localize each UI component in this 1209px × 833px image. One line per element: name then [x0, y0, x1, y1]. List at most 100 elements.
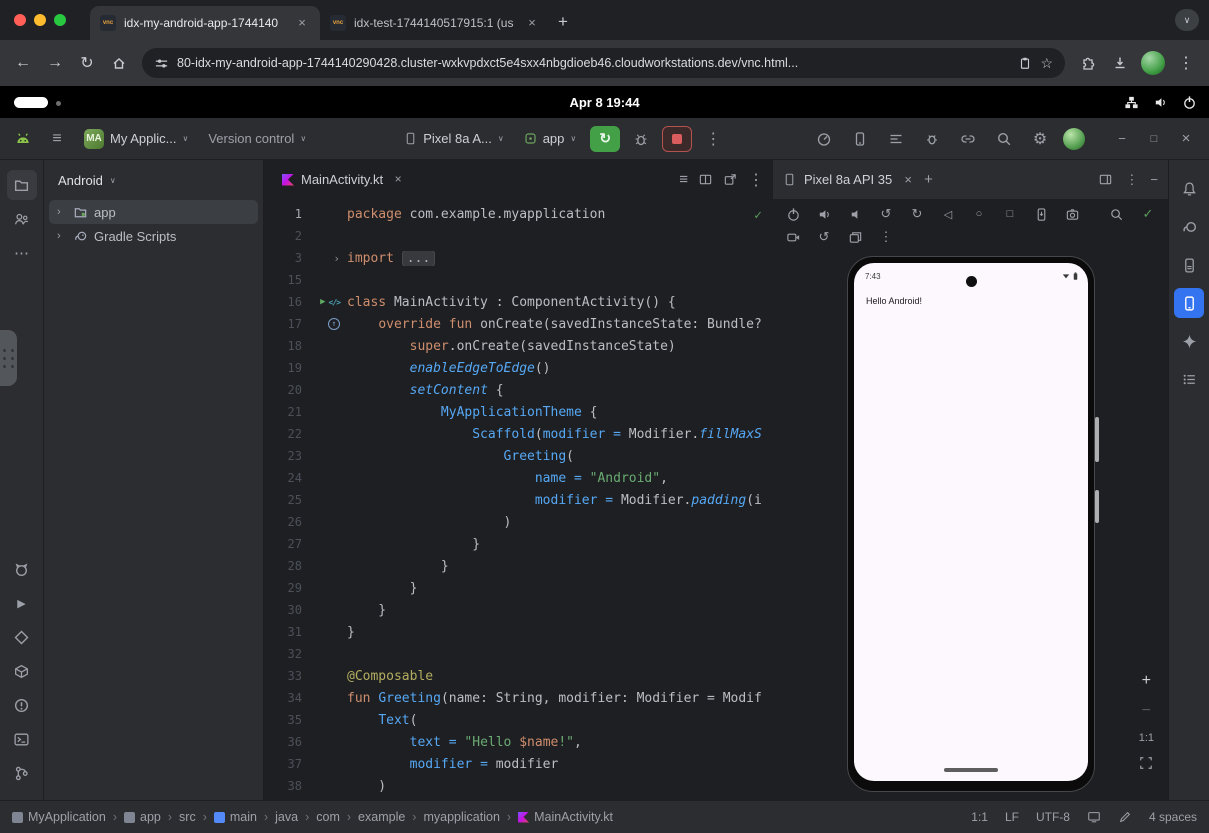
close-tab-icon[interactable]: × — [390, 172, 406, 188]
code-line[interactable]: 37 modifier = modifier — [264, 753, 772, 775]
breadcrumb-item[interactable]: java — [275, 810, 298, 824]
fold-arrow-icon[interactable]: › — [333, 252, 340, 265]
browser-tab-1[interactable]: vnc idx-my-android-app-1744140 × — [90, 6, 320, 40]
project-tool-icon[interactable] — [7, 170, 37, 200]
editor-more-icon[interactable]: ⋮ — [748, 170, 764, 190]
code-line[interactable]: 38 ) — [264, 775, 772, 797]
debug-button[interactable] — [628, 126, 654, 152]
project-view-selector[interactable]: Android ∨ — [44, 160, 263, 200]
url-text[interactable]: 80-idx-my-android-app-1744140290428.clus… — [177, 56, 1010, 70]
site-settings-icon[interactable] — [154, 56, 169, 71]
snapshots-icon[interactable] — [845, 228, 865, 246]
rerun-button[interactable]: ↻ — [590, 126, 620, 152]
volume-down-icon[interactable] — [845, 205, 865, 223]
breadcrumb-item[interactable]: example — [358, 810, 405, 824]
device-power-icon[interactable] — [783, 205, 803, 223]
extensions-icon[interactable] — [1073, 48, 1103, 78]
breadcrumb-item[interactable]: src — [179, 810, 196, 824]
phone-screen[interactable]: 7:43 Hello Android! — [854, 263, 1088, 781]
version-control-icon[interactable] — [7, 758, 37, 788]
close-device-tab-icon[interactable]: × — [900, 172, 916, 188]
project-widget[interactable]: MA My Applic... ∨ — [78, 125, 194, 153]
build-variants-icon[interactable] — [1174, 364, 1204, 394]
emulator-phone[interactable]: 7:43 Hello Android! — [847, 256, 1095, 792]
main-menu-icon[interactable]: ≡ — [44, 126, 70, 152]
gesture-nav-handle[interactable] — [944, 768, 998, 772]
code-line[interactable]: 21 MyApplicationTheme { — [264, 401, 772, 423]
settings-icon[interactable]: ⚙ — [1027, 126, 1053, 152]
app-insights-icon[interactable] — [7, 622, 37, 652]
resource-manager-icon[interactable] — [7, 204, 37, 234]
inspections-ok-icon[interactable]: ✓ — [754, 208, 762, 223]
code-line[interactable]: 26 ) — [264, 511, 772, 533]
zoom-mode-icon[interactable] — [1106, 205, 1126, 223]
breadcrumb-item[interactable]: MainActivity.kt — [518, 810, 613, 824]
screen-record-icon[interactable] — [783, 228, 803, 246]
breadcrumb-item[interactable]: main — [214, 810, 257, 824]
split-editor-icon[interactable] — [698, 172, 713, 187]
ide-maximize-icon[interactable]: □ — [1141, 126, 1167, 152]
close-tab-icon[interactable]: × — [294, 15, 310, 31]
cursor-position-widget[interactable]: 1:1 — [971, 810, 988, 824]
device-manager-icon[interactable] — [847, 126, 873, 152]
screenshot-icon[interactable] — [1031, 205, 1051, 223]
breadcrumb-item[interactable]: com — [316, 810, 340, 824]
minimize-window-button[interactable] — [34, 14, 46, 26]
code-line[interactable]: 18 super.onCreate(savedInstanceState) — [264, 335, 772, 357]
downloads-icon[interactable] — [1105, 48, 1135, 78]
bookmark-star-icon[interactable]: ☆ — [1040, 55, 1053, 72]
tree-item-app[interactable]: › app — [49, 200, 258, 224]
code-line[interactable]: 20 setContent { — [264, 379, 772, 401]
toolbar-more-icon[interactable]: ⋮ — [700, 126, 726, 152]
code-line[interactable]: 31} — [264, 621, 772, 643]
volume-up-icon[interactable] — [814, 205, 834, 223]
address-bar[interactable]: 80-idx-my-android-app-1744140290428.clus… — [142, 48, 1065, 78]
forward-button[interactable]: → — [40, 48, 70, 78]
profiler-icon[interactable] — [811, 126, 837, 152]
rotate-left-icon[interactable]: ↺ — [876, 205, 896, 223]
override-gutter-icon[interactable]: ↑ — [328, 318, 340, 330]
browser-menu-icon[interactable]: ⋮ — [1171, 48, 1201, 78]
running-devices-icon[interactable] — [1174, 288, 1204, 318]
back-button[interactable]: ← — [8, 48, 38, 78]
expand-chevron-icon[interactable]: › — [57, 206, 67, 218]
code-line[interactable]: 2 — [264, 225, 772, 247]
code-line[interactable]: 19 enableEdgeToEdge() — [264, 357, 772, 379]
novnc-handle[interactable] — [0, 330, 17, 386]
android-home-icon[interactable]: ○ — [969, 205, 989, 223]
code-line[interactable]: 28 } — [264, 555, 772, 577]
panel-layout-icon[interactable] — [1098, 172, 1113, 187]
code-line[interactable]: 22 Scaffold(modifier = Modifier.fillMaxS — [264, 423, 772, 445]
reload-button[interactable]: ↻ — [72, 48, 102, 78]
encoding-widget[interactable]: UTF-8 — [1036, 810, 1070, 824]
network-icon[interactable] — [1124, 95, 1139, 110]
build-tool-icon[interactable] — [7, 656, 37, 686]
tab-search-button[interactable]: ∨ — [1175, 9, 1199, 31]
zoom-in-button[interactable]: + — [1142, 672, 1151, 690]
expand-chevron-icon[interactable]: › — [57, 230, 67, 242]
problems-tool-icon[interactable] — [7, 690, 37, 720]
code-line[interactable]: 16▶</>class MainActivity : ComponentActi… — [264, 291, 772, 313]
line-separator-widget[interactable]: LF — [1005, 810, 1019, 824]
logcat-icon[interactable] — [883, 126, 909, 152]
editor-tab-mainactivity[interactable]: MainActivity.kt × — [272, 160, 416, 199]
display-icon[interactable] — [1087, 810, 1101, 824]
gradle-tool-icon[interactable] — [1174, 212, 1204, 242]
code-line[interactable]: 17↑ override fun onCreate(savedInstanceS… — [264, 313, 772, 335]
profile-avatar[interactable] — [1141, 51, 1165, 75]
run-gutter-icon[interactable]: ▶ — [320, 297, 325, 307]
rotate-right-icon[interactable]: ↻ — [907, 205, 927, 223]
gemini-icon[interactable] — [1174, 326, 1204, 356]
code-line[interactable]: 15 — [264, 269, 772, 291]
pen-icon[interactable] — [1118, 810, 1132, 824]
add-device-button[interactable]: + — [924, 171, 933, 188]
run-tool-icon[interactable]: ▶ — [7, 588, 37, 618]
indent-widget[interactable]: 4 spaces — [1149, 810, 1197, 824]
device-more-icon[interactable]: ⋮ — [876, 228, 896, 246]
code-line[interactable]: 32 — [264, 643, 772, 665]
fullscreen-window-button[interactable] — [54, 14, 66, 26]
ide-minimize-icon[interactable]: − — [1109, 126, 1135, 152]
camera-icon[interactable] — [1062, 205, 1082, 223]
editor-list-icon[interactable]: ≡ — [679, 171, 688, 188]
code-line[interactable]: 33@Composable — [264, 665, 772, 687]
